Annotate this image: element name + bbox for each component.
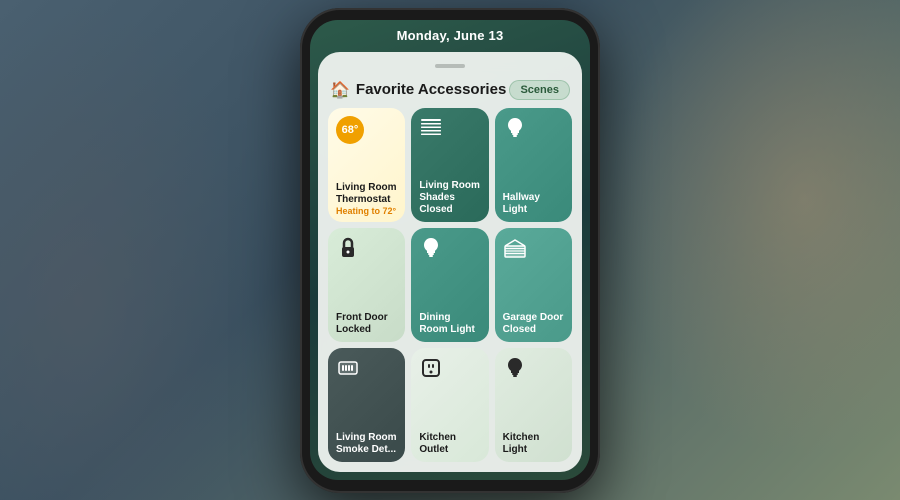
thermostat-label: Living Room Thermostat [336,182,397,206]
hallway-bulb-icon [503,116,564,147]
card-header: 🏠 Favorite Accessories Scenes [328,80,572,100]
tile-kitchen-light[interactable]: Kitchen Light [495,348,572,462]
smoke-label: Living Room Smoke Det... [336,432,397,456]
scenes-button[interactable]: Scenes [509,80,570,100]
home-card: 🏠 Favorite Accessories Scenes 68° Living… [318,52,582,472]
bg-left-blur [0,0,260,500]
kitchen-bulb-icon [503,356,564,387]
thermostat-sub: Heating to 72° [336,206,397,216]
tile-thermostat[interactable]: 68° Living Room Thermostat Heating to 72… [328,108,405,222]
shades-icon [419,116,480,147]
bg-right-blur [580,0,900,500]
dining-label: Dining Room Light [419,312,480,336]
hallway-label: Hallway Light [503,192,564,216]
shades-sub: Closed [419,204,480,216]
dining-bulb-icon [419,236,480,267]
lock-icon [336,236,397,267]
status-bar: Monday, June 13 [310,20,590,48]
outlet-icon [419,356,480,387]
header-left: 🏠 Favorite Accessories [330,80,506,100]
temp-badge: 68° [336,116,364,144]
tile-front-door[interactable]: Front Door Locked [328,228,405,342]
home-icon: 🏠 [330,80,350,100]
front-door-sub: Locked [336,324,397,336]
shades-label: Living Room Shades [419,180,480,204]
smoke-icon [336,356,397,387]
tile-hallway-light[interactable]: Hallway Light [495,108,572,222]
outlet-label: Kitchen Outlet [419,432,480,456]
phone-wrapper: Monday, June 13 🏠 Favorite Accessories S… [295,5,605,495]
tile-garage-door[interactable]: Garage Door Closed [495,228,572,342]
tile-kitchen-outlet[interactable]: Kitchen Outlet [411,348,488,462]
phone-screen: Monday, June 13 🏠 Favorite Accessories S… [310,20,590,480]
card-title: Favorite Accessories [356,81,506,98]
front-door-label: Front Door [336,312,397,324]
tile-smoke-detector[interactable]: Living Room Smoke Det... [328,348,405,462]
garage-label: Garage Door [503,312,564,324]
date-text: Monday, June 13 [397,28,504,43]
tile-shades[interactable]: Living Room Shades Closed [411,108,488,222]
phone-frame: Monday, June 13 🏠 Favorite Accessories S… [300,8,600,493]
tile-dining-light[interactable]: Dining Room Light [411,228,488,342]
accessories-grid: 68° Living Room Thermostat Heating to 72… [328,108,572,462]
kitchen-light-label: Kitchen Light [503,432,564,456]
pull-indicator[interactable] [435,64,465,68]
garage-icon [503,236,564,267]
garage-sub: Closed [503,324,564,336]
